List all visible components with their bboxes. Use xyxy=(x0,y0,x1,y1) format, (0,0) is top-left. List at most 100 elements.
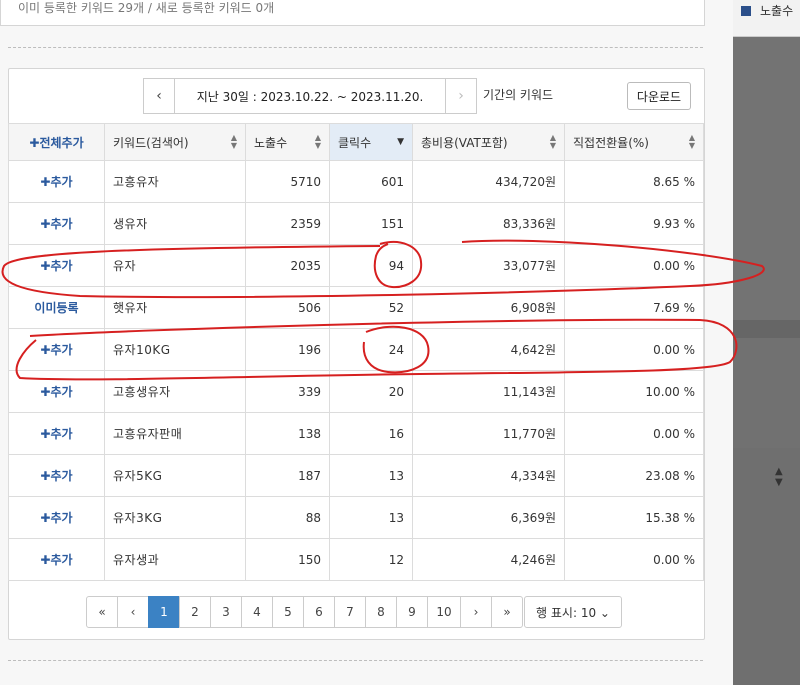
add-keyword-button[interactable]: ✚추가 xyxy=(8,496,105,539)
sort-icon[interactable]: ▲ ▼ xyxy=(550,134,556,150)
conversion-cell: 9.93 % xyxy=(564,202,704,245)
page-button-5[interactable]: 5 xyxy=(272,596,304,628)
conversion-cell: 0.00 % xyxy=(564,412,704,455)
page-button-7[interactable]: 7 xyxy=(334,596,366,628)
keyword-cell: 유자3KG xyxy=(104,496,246,539)
clicks-cell: 16 xyxy=(329,412,413,455)
impressions-cell: 138 xyxy=(245,412,330,455)
impressions-cell: 2359 xyxy=(245,202,330,245)
table-row: ✚추가 고흥생유자 339 20 11,143원 10.00 % xyxy=(8,370,704,413)
period-selector: ‹ 지난 30일 : 2023.10.22. ~ 2023.11.20. › xyxy=(143,78,477,114)
page-button-2[interactable]: 2 xyxy=(179,596,211,628)
cost-cell: 4,642원 xyxy=(412,328,565,371)
pagination: « ‹ 1 2 3 4 5 6 7 8 9 10 › » xyxy=(86,596,523,628)
keyword-cell: 유자생과 xyxy=(104,538,246,581)
column-header-cost[interactable]: 총비용(VAT포함) ▲ ▼ xyxy=(412,123,565,161)
table-row: ✚추가 유자3KG 88 13 6,369원 15.38 % xyxy=(8,496,704,539)
page-button-1[interactable]: 1 xyxy=(148,596,180,628)
cost-cell: 4,334원 xyxy=(412,454,565,497)
sort-icon[interactable]: ▲ ▼ xyxy=(231,134,237,150)
cost-cell: 6,908원 xyxy=(412,286,565,329)
conversion-cell: 0.00 % xyxy=(564,538,704,581)
table-row: 이미등록 햇유자 506 52 6,908원 7.69 % xyxy=(8,286,704,329)
legend-swatch xyxy=(741,6,751,16)
conversion-cell: 0.00 % xyxy=(564,244,704,287)
header-label: 노출수 xyxy=(254,135,288,150)
column-header-impressions[interactable]: 노출수 ▲ ▼ xyxy=(245,123,330,161)
download-button[interactable]: 다운로드 xyxy=(627,82,691,110)
impressions-cell: 196 xyxy=(245,328,330,371)
keyword-cell: 유자5KG xyxy=(104,454,246,497)
clicks-cell: 94 xyxy=(329,244,413,287)
clicks-cell: 601 xyxy=(329,160,413,203)
chevron-right-icon[interactable]: › xyxy=(446,79,476,113)
clicks-cell: 151 xyxy=(329,202,413,245)
last-page-button[interactable]: » xyxy=(491,596,523,628)
column-header-keyword[interactable]: 키워드(검색어) ▲ ▼ xyxy=(104,123,246,161)
header-label: 직접전환율(%) xyxy=(573,135,649,150)
sort-icon[interactable]: ▲ ▼ xyxy=(315,134,321,150)
overlay-region xyxy=(733,338,800,448)
add-keyword-button[interactable]: ✚추가 xyxy=(8,538,105,581)
conversion-cell: 23.08 % xyxy=(564,454,704,497)
keyword-cell: 햇유자 xyxy=(104,286,246,329)
clicks-cell: 13 xyxy=(329,496,413,539)
conversion-cell: 8.65 % xyxy=(564,160,704,203)
keyword-summary: 이미 등록한 키워드 29개 / 새로 등록한 키워드 0개 xyxy=(18,1,275,15)
cost-cell: 33,077원 xyxy=(412,244,565,287)
impressions-cell: 150 xyxy=(245,538,330,581)
rows-per-page-select[interactable]: 행 표시: 10 ⌄ xyxy=(524,596,622,628)
add-keyword-button[interactable]: ✚추가 xyxy=(8,370,105,413)
prev-page-button[interactable]: ‹ xyxy=(117,596,149,628)
page-button-10[interactable]: 10 xyxy=(427,596,461,628)
cost-cell: 11,143원 xyxy=(412,370,565,413)
keyword-cell: 유자 xyxy=(104,244,246,287)
column-header-conversion[interactable]: 직접전환율(%) ▲ ▼ xyxy=(564,123,704,161)
cost-cell: 4,246원 xyxy=(412,538,565,581)
page-button-8[interactable]: 8 xyxy=(365,596,397,628)
add-keyword-button[interactable]: ✚추가 xyxy=(8,202,105,245)
keyword-cell: 고흥유자판매 xyxy=(104,412,246,455)
add-keyword-button[interactable]: ✚추가 xyxy=(8,160,105,203)
header-label: 클릭수 xyxy=(338,135,372,150)
table-row: ✚추가 유자5KG 187 13 4,334원 23.08 % xyxy=(8,454,704,497)
add-all-button[interactable]: ✚전체추가 xyxy=(8,123,105,161)
keyword-cell: 고흥유자 xyxy=(104,160,246,203)
overlay-region xyxy=(733,320,800,338)
keyword-cell: 고흥생유자 xyxy=(104,370,246,413)
table-row: ✚추가 유자생과 150 12 4,246원 0.00 % xyxy=(8,538,704,581)
already-registered-label: 이미등록 xyxy=(8,286,105,329)
impressions-cell: 506 xyxy=(245,286,330,329)
clicks-cell: 52 xyxy=(329,286,413,329)
table-row: ✚추가 고흥유자 5710 601 434,720원 8.65 % xyxy=(8,160,704,203)
sort-desc-icon[interactable]: ▼ xyxy=(397,138,404,147)
page-button-6[interactable]: 6 xyxy=(303,596,335,628)
add-keyword-button[interactable]: ✚추가 xyxy=(8,328,105,371)
add-keyword-button[interactable]: ✚추가 xyxy=(8,244,105,287)
chevron-left-icon[interactable]: ‹ xyxy=(144,79,174,113)
period-label: 기간의 키워드 xyxy=(483,88,554,102)
keyword-cell: 생유자 xyxy=(104,202,246,245)
conversion-cell: 7.69 % xyxy=(564,286,704,329)
add-keyword-button[interactable]: ✚추가 xyxy=(8,412,105,455)
header-label: 키워드(검색어) xyxy=(113,135,189,150)
cost-cell: 11,770원 xyxy=(412,412,565,455)
impressions-cell: 2035 xyxy=(245,244,330,287)
page-button-9[interactable]: 9 xyxy=(396,596,428,628)
impressions-cell: 339 xyxy=(245,370,330,413)
impressions-cell: 187 xyxy=(245,454,330,497)
sort-icon[interactable]: ▲ ▼ xyxy=(775,466,783,488)
cost-cell: 6,369원 xyxy=(412,496,565,539)
first-page-button[interactable]: « xyxy=(86,596,118,628)
conversion-cell: 15.38 % xyxy=(564,496,704,539)
period-range: 지난 30일 : 2023.10.22. ~ 2023.11.20. xyxy=(174,79,446,113)
add-keyword-button[interactable]: ✚추가 xyxy=(8,454,105,497)
page-button-4[interactable]: 4 xyxy=(241,596,273,628)
page-button-3[interactable]: 3 xyxy=(210,596,242,628)
column-header-clicks[interactable]: 클릭수 ▼ xyxy=(329,123,413,161)
table-header-row: ✚전체추가 키워드(검색어) ▲ ▼ 노출수 ▲ ▼ 클릭수 ▼ 총비용(VAT포함) ▲ ▼… xyxy=(8,123,704,161)
next-page-button[interactable]: › xyxy=(460,596,492,628)
legend-label: 노출수 xyxy=(760,4,794,18)
conversion-cell: 0.00 % xyxy=(564,328,704,371)
sort-icon[interactable]: ▲ ▼ xyxy=(689,134,695,150)
